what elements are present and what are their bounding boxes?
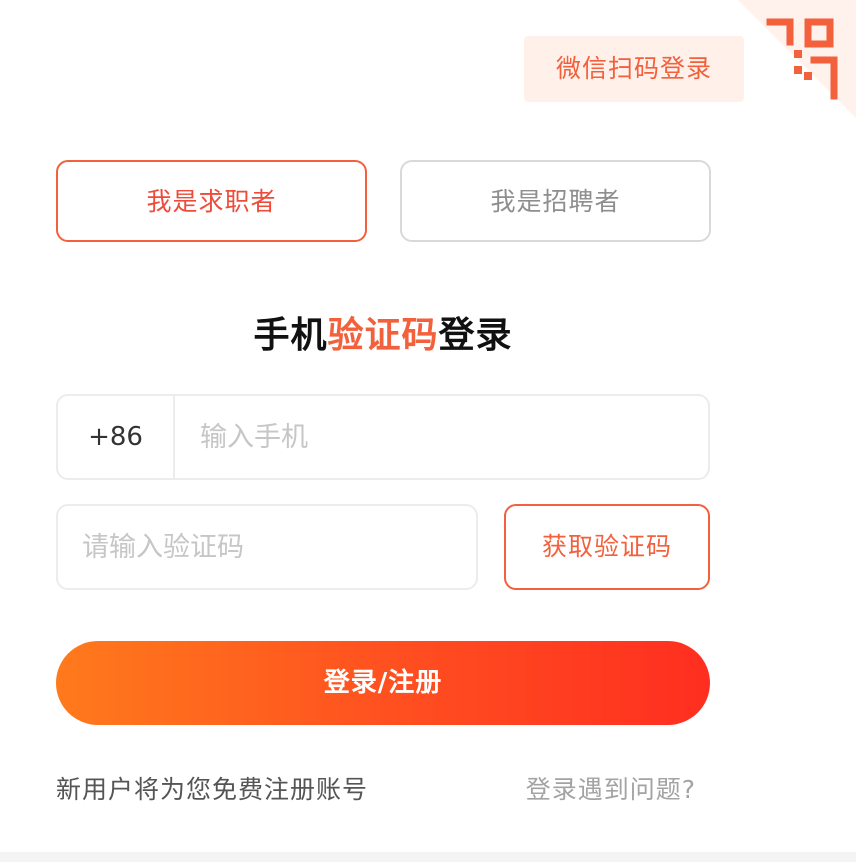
get-code-button[interactable]: 获取验证码: [504, 504, 710, 590]
role-job-seeker-button[interactable]: 我是求职者: [56, 160, 367, 242]
title-part-2: 登录: [438, 315, 513, 356]
auto-register-note: 新用户将为您免费注册账号: [56, 775, 369, 804]
login-register-button[interactable]: 登录/注册: [56, 641, 710, 725]
title-highlight: 验证码: [327, 315, 439, 356]
wechat-qr-login-tip[interactable]: 微信扫码登录: [524, 36, 744, 102]
phone-input[interactable]: [176, 396, 706, 478]
page-title: 手机验证码登录: [0, 306, 766, 366]
country-code-selector[interactable]: +86: [56, 394, 175, 480]
qr-login-toggle[interactable]: [738, 0, 856, 118]
verification-code-input[interactable]: [56, 504, 478, 590]
phone-divider: [173, 396, 175, 478]
bottom-band: [0, 852, 856, 862]
role-recruiter-button[interactable]: 我是招聘者: [400, 160, 711, 242]
title-part-1: 手机: [253, 315, 328, 356]
qr-code-icon: [766, 18, 838, 100]
login-help-link[interactable]: 登录遇到问题?: [526, 770, 696, 810]
